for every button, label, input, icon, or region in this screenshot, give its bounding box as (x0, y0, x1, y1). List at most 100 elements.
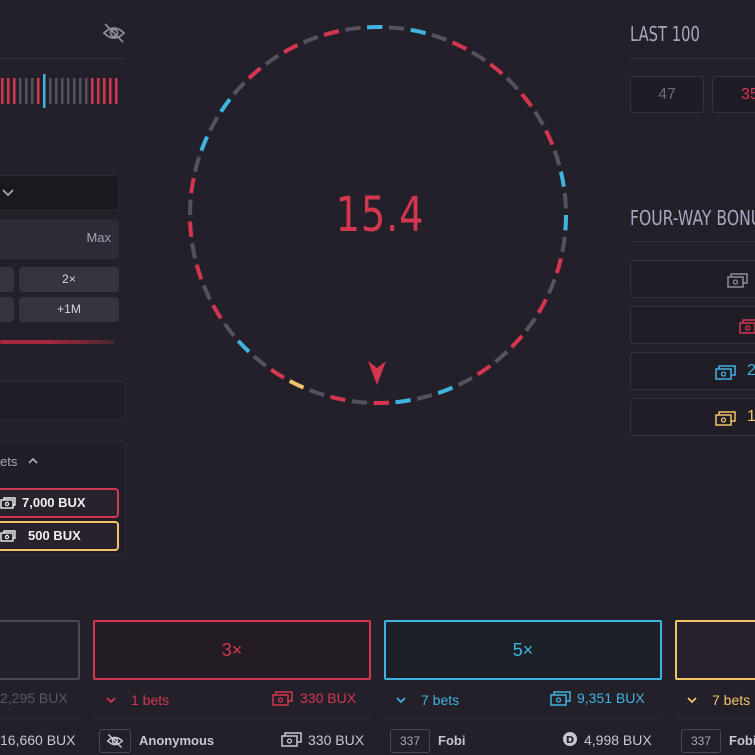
wheel-segment (520, 92, 534, 108)
wheel-segment (302, 34, 319, 45)
four-way-row-gold: 1 (630, 398, 755, 436)
wheel-segment (269, 367, 286, 380)
wheel-segment (288, 379, 305, 390)
wheel-segment (505, 76, 520, 91)
max-button[interactable]: Max (86, 230, 111, 245)
bet-dropdown[interactable] (0, 175, 119, 211)
wheel-segment (189, 177, 196, 194)
wheel-segment (558, 171, 566, 187)
recent-result-tick (13, 78, 16, 104)
recent-result-tick (55, 78, 58, 104)
bet-pill-amount: 7,000 BUX (22, 495, 86, 510)
wheel-segment (308, 388, 325, 398)
wheel-segment (470, 50, 487, 63)
recent-result-tick (49, 78, 52, 104)
bet-pill-gold[interactable]: 500 BUX (0, 521, 119, 551)
chevron-down-icon (2, 189, 14, 197)
bet-gray-2x-button[interactable] (0, 620, 80, 680)
wheel-segment (208, 116, 220, 132)
money-icon (715, 411, 736, 426)
chevron-down-icon[interactable] (395, 695, 407, 705)
wheel-segment (219, 98, 232, 113)
wheel-segment (431, 32, 448, 42)
wheel-segment (437, 385, 454, 396)
wheel-segment (533, 110, 545, 126)
wheel-segment (211, 304, 223, 320)
wheel-segment (264, 53, 280, 66)
svg-text:D: D (566, 735, 574, 746)
add-1m-button[interactable]: +1M (19, 297, 119, 322)
money-icon (272, 691, 293, 706)
wheel-segment (494, 350, 509, 364)
recent-result-tick (19, 78, 22, 104)
wheel-segment (457, 376, 474, 387)
wheel-pointer-icon (368, 361, 386, 385)
bet-pill-red[interactable]: 7,000 BUX (0, 488, 119, 518)
recent-result-tick (85, 78, 88, 104)
wheel-segment (510, 334, 524, 349)
recent-result-tick (109, 78, 112, 104)
wheel-segment (544, 129, 555, 146)
right-divider (630, 58, 755, 59)
bet-blue-5x-button[interactable]: 5× (384, 620, 662, 680)
chevron-down-icon[interactable] (105, 695, 117, 705)
countdown-timer: 15.4 (335, 187, 425, 243)
blue-entry-amount: 4,998 BUX (584, 732, 652, 748)
quick-button-left-2[interactable] (0, 297, 14, 322)
wheel-segment (416, 393, 433, 401)
wheel-segment (547, 278, 557, 295)
last-100-value: 35 (712, 76, 755, 113)
wheel-segment (451, 40, 468, 51)
chevron-up-icon[interactable] (27, 456, 39, 466)
wheel-segment (563, 214, 569, 231)
wheel-segment (536, 298, 548, 314)
recent-result-tick (67, 78, 70, 104)
separator (0, 718, 80, 719)
wheel-segment (187, 199, 193, 216)
wheel-segment (236, 339, 251, 354)
recent-result-tick (7, 78, 10, 104)
wheel-segment (351, 399, 368, 405)
hide-eye-icon[interactable] (102, 22, 126, 44)
wheel-segment (562, 192, 568, 209)
recent-result-tick (25, 78, 28, 104)
recent-result-tick (43, 74, 46, 108)
wheel-segment (282, 43, 299, 54)
game-screen: Max 2× +1M ets 7,000 BUX 500 BUX 15.4 LA… (0, 0, 755, 755)
wheel-segment (395, 398, 411, 405)
wheel-segment (552, 150, 562, 166)
bets-toggle-label[interactable]: ets (0, 454, 17, 469)
money-icon (727, 273, 748, 288)
four-way-value: 2 (747, 362, 755, 379)
recent-result-tick (91, 78, 94, 104)
gray-total: 2,295 BUX (0, 690, 68, 706)
bet-gold-button[interactable] (675, 620, 755, 680)
recent-result-tick (31, 78, 34, 104)
wheel-segment (489, 62, 504, 76)
red-total: 330 BUX (300, 690, 357, 706)
recent-result-tick (97, 78, 100, 104)
separator (93, 718, 371, 719)
anonymous-eye-icon (99, 729, 131, 753)
double-button[interactable]: 2× (19, 267, 119, 292)
separator (675, 718, 755, 719)
chevron-down-icon[interactable] (686, 695, 698, 705)
secondary-input[interactable] (0, 381, 126, 421)
last-100-value: 47 (630, 76, 704, 113)
bet-pill-amount: 500 BUX (28, 528, 81, 543)
blue-bets-count: 7 bets (421, 692, 460, 708)
recent-result-tick (73, 78, 76, 104)
level-badge: 337 (681, 729, 721, 753)
left-divider (0, 58, 126, 59)
red-entry-name: Anonymous (139, 733, 215, 748)
bet-amount-input[interactable]: Max (0, 219, 119, 259)
quick-button-left-1[interactable] (0, 267, 14, 292)
bet-slider[interactable] (0, 340, 114, 344)
four-way-bonus-title: FOUR-WAY BONU (630, 206, 755, 230)
wheel-segment (554, 257, 563, 274)
wheel-segment (410, 27, 427, 36)
bet-red-3x-button[interactable]: 3× (93, 620, 371, 680)
money-icon (281, 732, 302, 747)
wheel-segment (323, 29, 340, 37)
wheel-segment (188, 221, 194, 238)
